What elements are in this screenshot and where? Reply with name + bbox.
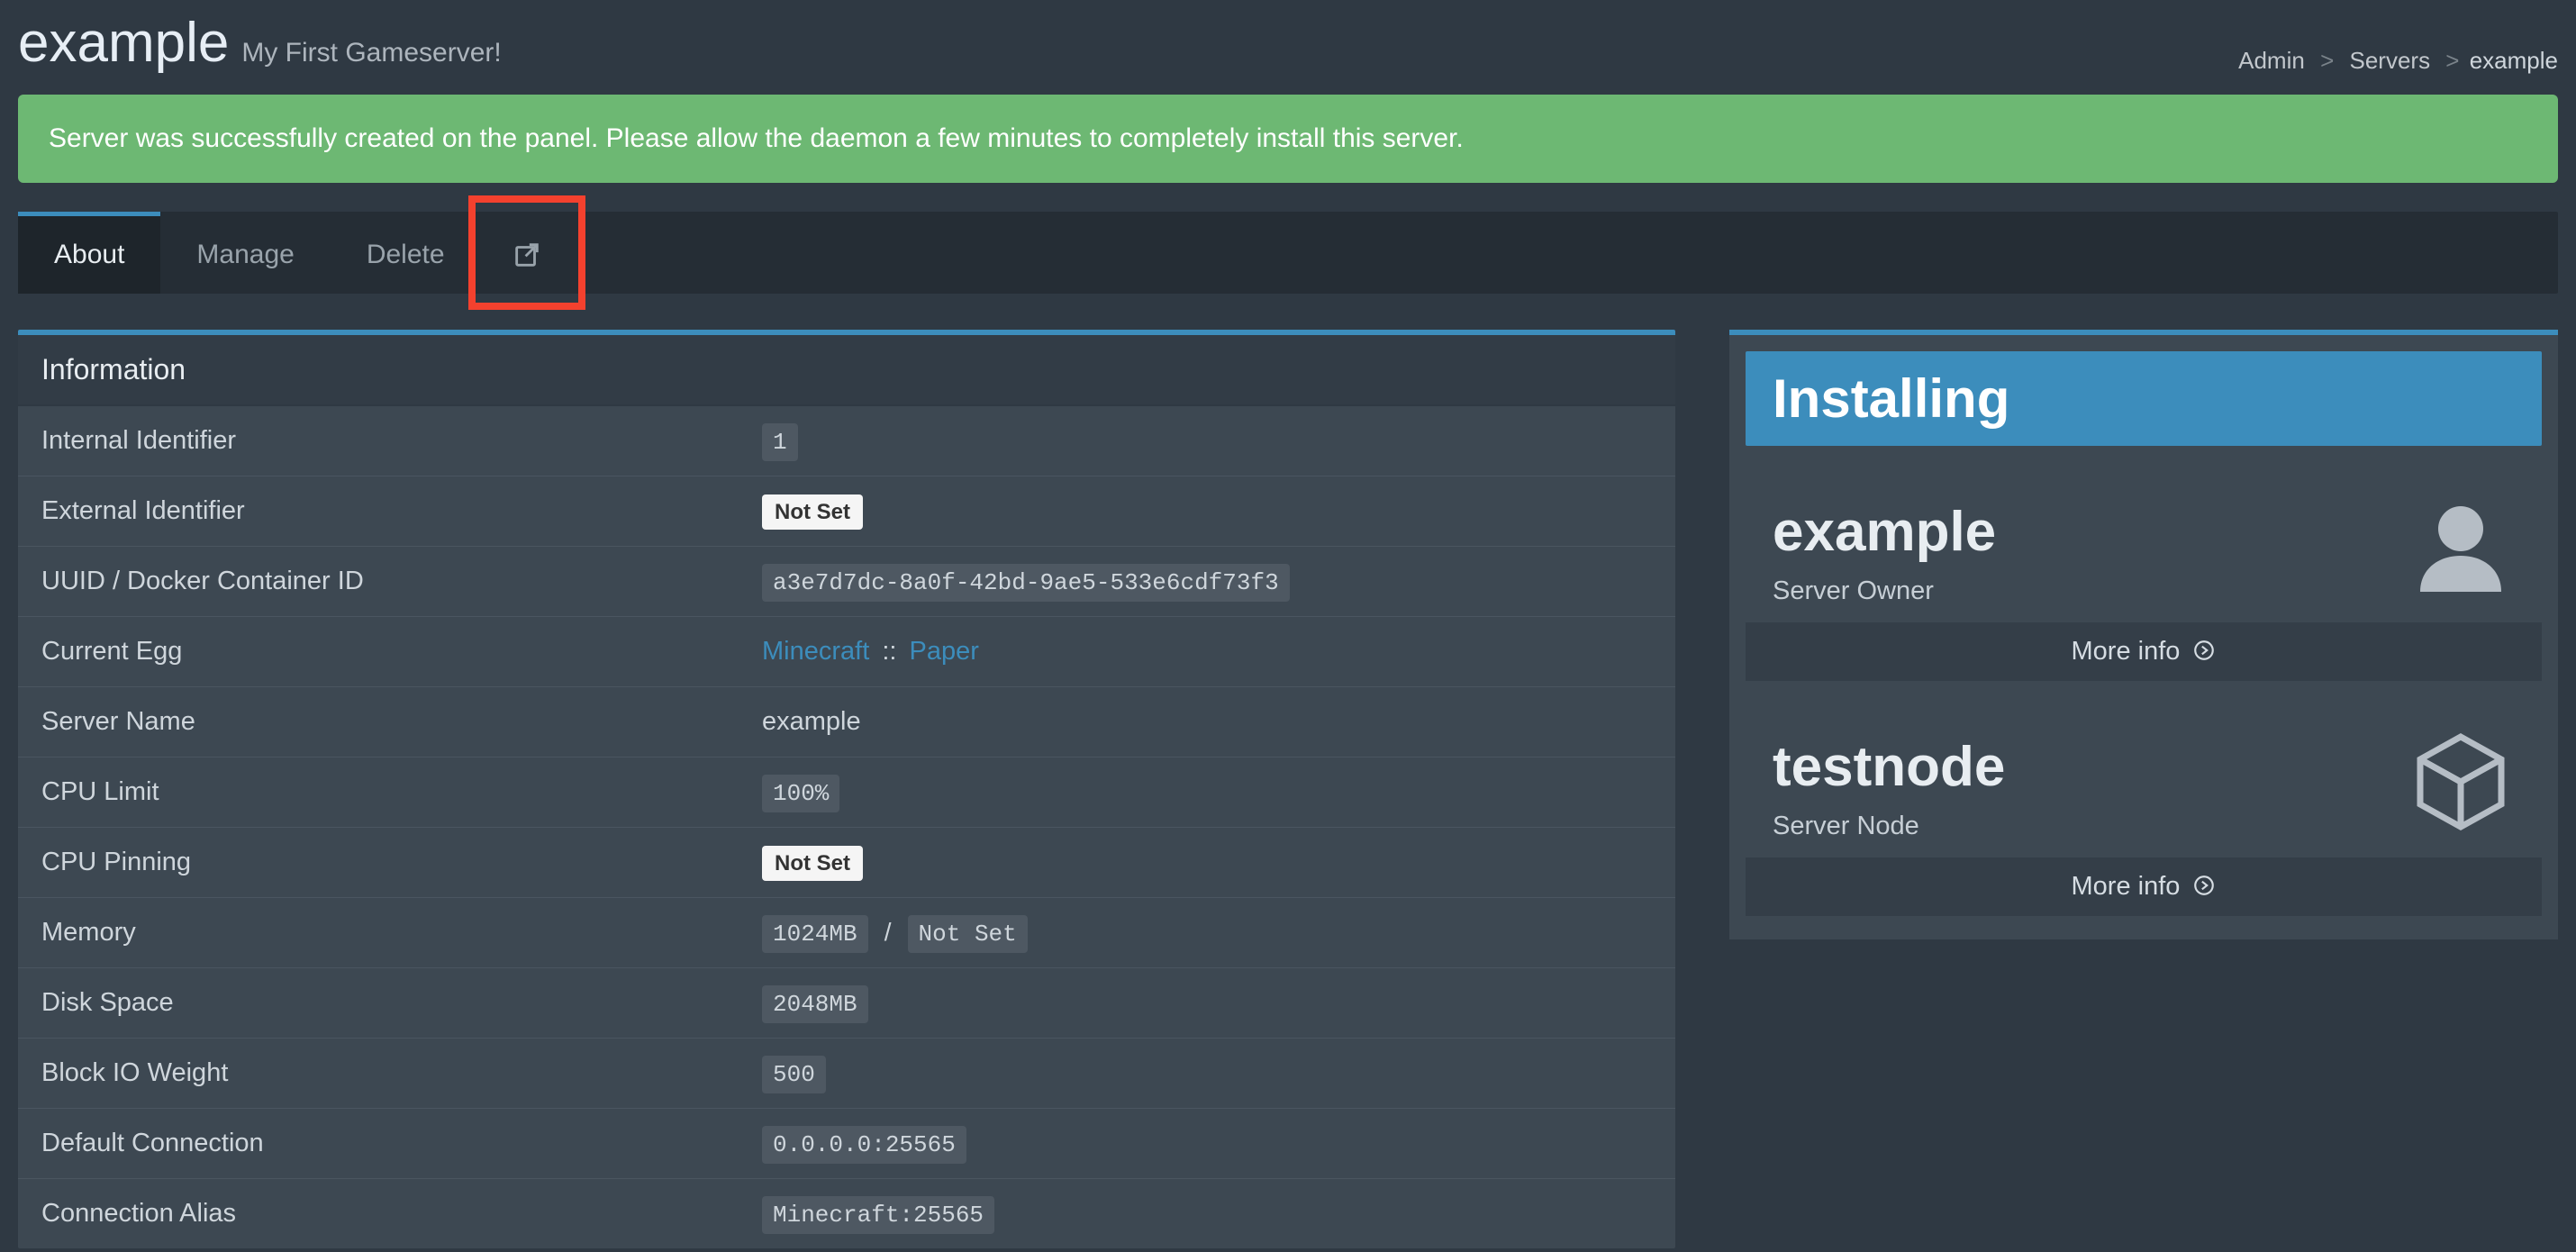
node-card: testnode Server Node — [1746, 710, 2542, 916]
table-row: Memory 1024MB / Not Set — [18, 898, 1675, 968]
table-row: CPU Pinning Not Set — [18, 828, 1675, 898]
owner-card: example Server Owner More info — [1746, 475, 2542, 681]
tab-about[interactable]: About — [18, 212, 160, 294]
owner-more-label: More info — [2072, 637, 2181, 666]
chevron-right-icon: > — [2320, 47, 2334, 74]
chevron-right-icon: > — [2445, 47, 2459, 74]
table-row: CPU Limit 100% — [18, 758, 1675, 828]
alert-text: Server was successfully created on the p… — [49, 123, 1464, 153]
tab-manage-label: Manage — [196, 240, 294, 269]
external-id-label: External Identifier — [18, 476, 739, 547]
arrow-circle-right-icon — [2187, 637, 2216, 666]
cpu-limit-label: CPU Limit — [18, 758, 739, 828]
io-weight-value: 500 — [762, 1056, 826, 1093]
node-sub: Server Node — [1773, 812, 2515, 841]
external-id-value: Not Set — [762, 494, 863, 530]
alert-success: Server was successfully created on the p… — [18, 95, 2558, 183]
internal-id-label: Internal Identifier — [18, 406, 739, 476]
egg-name-link[interactable]: Paper — [910, 637, 979, 666]
cube-icon — [2407, 728, 2515, 836]
table-row: Default Connection 0.0.0.0:25565 — [18, 1109, 1675, 1179]
breadcrumb: Admin > Servers > example — [2233, 47, 2558, 75]
connection-alias-value: Minecraft:25565 — [762, 1196, 994, 1234]
table-row: Connection Alias Minecraft:25565 — [18, 1179, 1675, 1249]
connection-alias-label: Connection Alias — [18, 1179, 739, 1249]
breadcrumb-current: example — [2470, 47, 2558, 74]
table-row: Disk Space 2048MB — [18, 968, 1675, 1039]
memory-value: 1024MB — [762, 915, 868, 953]
table-row: External Identifier Not Set — [18, 476, 1675, 547]
node-more-label: More info — [2072, 872, 2181, 901]
status-banner: Installing — [1746, 351, 2542, 446]
node-more-info[interactable]: More info — [1746, 857, 2542, 916]
server-name-label: Server Name — [18, 687, 739, 758]
io-weight-label: Block IO Weight — [18, 1039, 739, 1109]
nav-tabs: About Manage Delete — [18, 212, 2558, 294]
disk-label: Disk Space — [18, 968, 739, 1039]
memory-swap-value: Not Set — [908, 915, 1028, 953]
egg-nest-link[interactable]: Minecraft — [762, 637, 869, 666]
default-connection-label: Default Connection — [18, 1109, 739, 1179]
table-row: Block IO Weight 500 — [18, 1039, 1675, 1109]
page-title: example My First Gameserver! — [18, 11, 502, 75]
default-connection-value: 0.0.0.0:25565 — [762, 1126, 966, 1164]
owner-sub: Server Owner — [1773, 576, 2515, 606]
owner-more-info[interactable]: More info — [1746, 622, 2542, 681]
cpu-pinning-value: Not Set — [762, 846, 863, 881]
table-row: Current Egg Minecraft :: Paper — [18, 617, 1675, 687]
current-egg-label: Current Egg — [18, 617, 739, 687]
table-row: Internal Identifier 1 — [18, 406, 1675, 476]
information-table: Internal Identifier 1 External Identifie… — [18, 406, 1675, 1248]
memory-label: Memory — [18, 898, 739, 968]
information-panel: Information Internal Identifier 1 Extern… — [18, 330, 1675, 1248]
sidebar-panel: Installing example Server Owner More inf… — [1729, 330, 2558, 939]
server-name-value: example — [739, 687, 1675, 758]
breadcrumb-servers[interactable]: Servers — [2349, 47, 2430, 74]
uuid-label: UUID / Docker Container ID — [18, 547, 739, 617]
egg-separator: :: — [882, 637, 896, 666]
internal-id-value: 1 — [762, 423, 798, 461]
tab-manage[interactable]: Manage — [160, 212, 330, 294]
tab-delete[interactable]: Delete — [331, 212, 481, 294]
node-name: testnode — [1773, 735, 2515, 799]
uuid-value: a3e7d7dc-8a0f-42bd-9ae5-533e6cdf73f3 — [762, 564, 1290, 602]
information-panel-title: Information — [18, 335, 1675, 406]
memory-slash: / — [884, 918, 892, 946]
table-row: Server Name example — [18, 687, 1675, 758]
user-icon — [2407, 493, 2515, 601]
page-subtitle: My First Gameserver! — [241, 38, 501, 68]
owner-name: example — [1773, 500, 2515, 564]
cpu-pinning-label: CPU Pinning — [18, 828, 739, 898]
cpu-limit-value: 100% — [762, 775, 839, 812]
external-link-icon — [512, 240, 542, 270]
breadcrumb-admin[interactable]: Admin — [2238, 47, 2305, 74]
tab-about-label: About — [54, 240, 124, 269]
table-row: UUID / Docker Container ID a3e7d7dc-8a0f… — [18, 547, 1675, 617]
arrow-circle-right-icon — [2187, 872, 2216, 901]
page-title-text: example — [18, 11, 229, 75]
tab-delete-label: Delete — [367, 240, 445, 269]
tab-open-external[interactable] — [481, 212, 573, 294]
disk-value: 2048MB — [762, 985, 868, 1023]
